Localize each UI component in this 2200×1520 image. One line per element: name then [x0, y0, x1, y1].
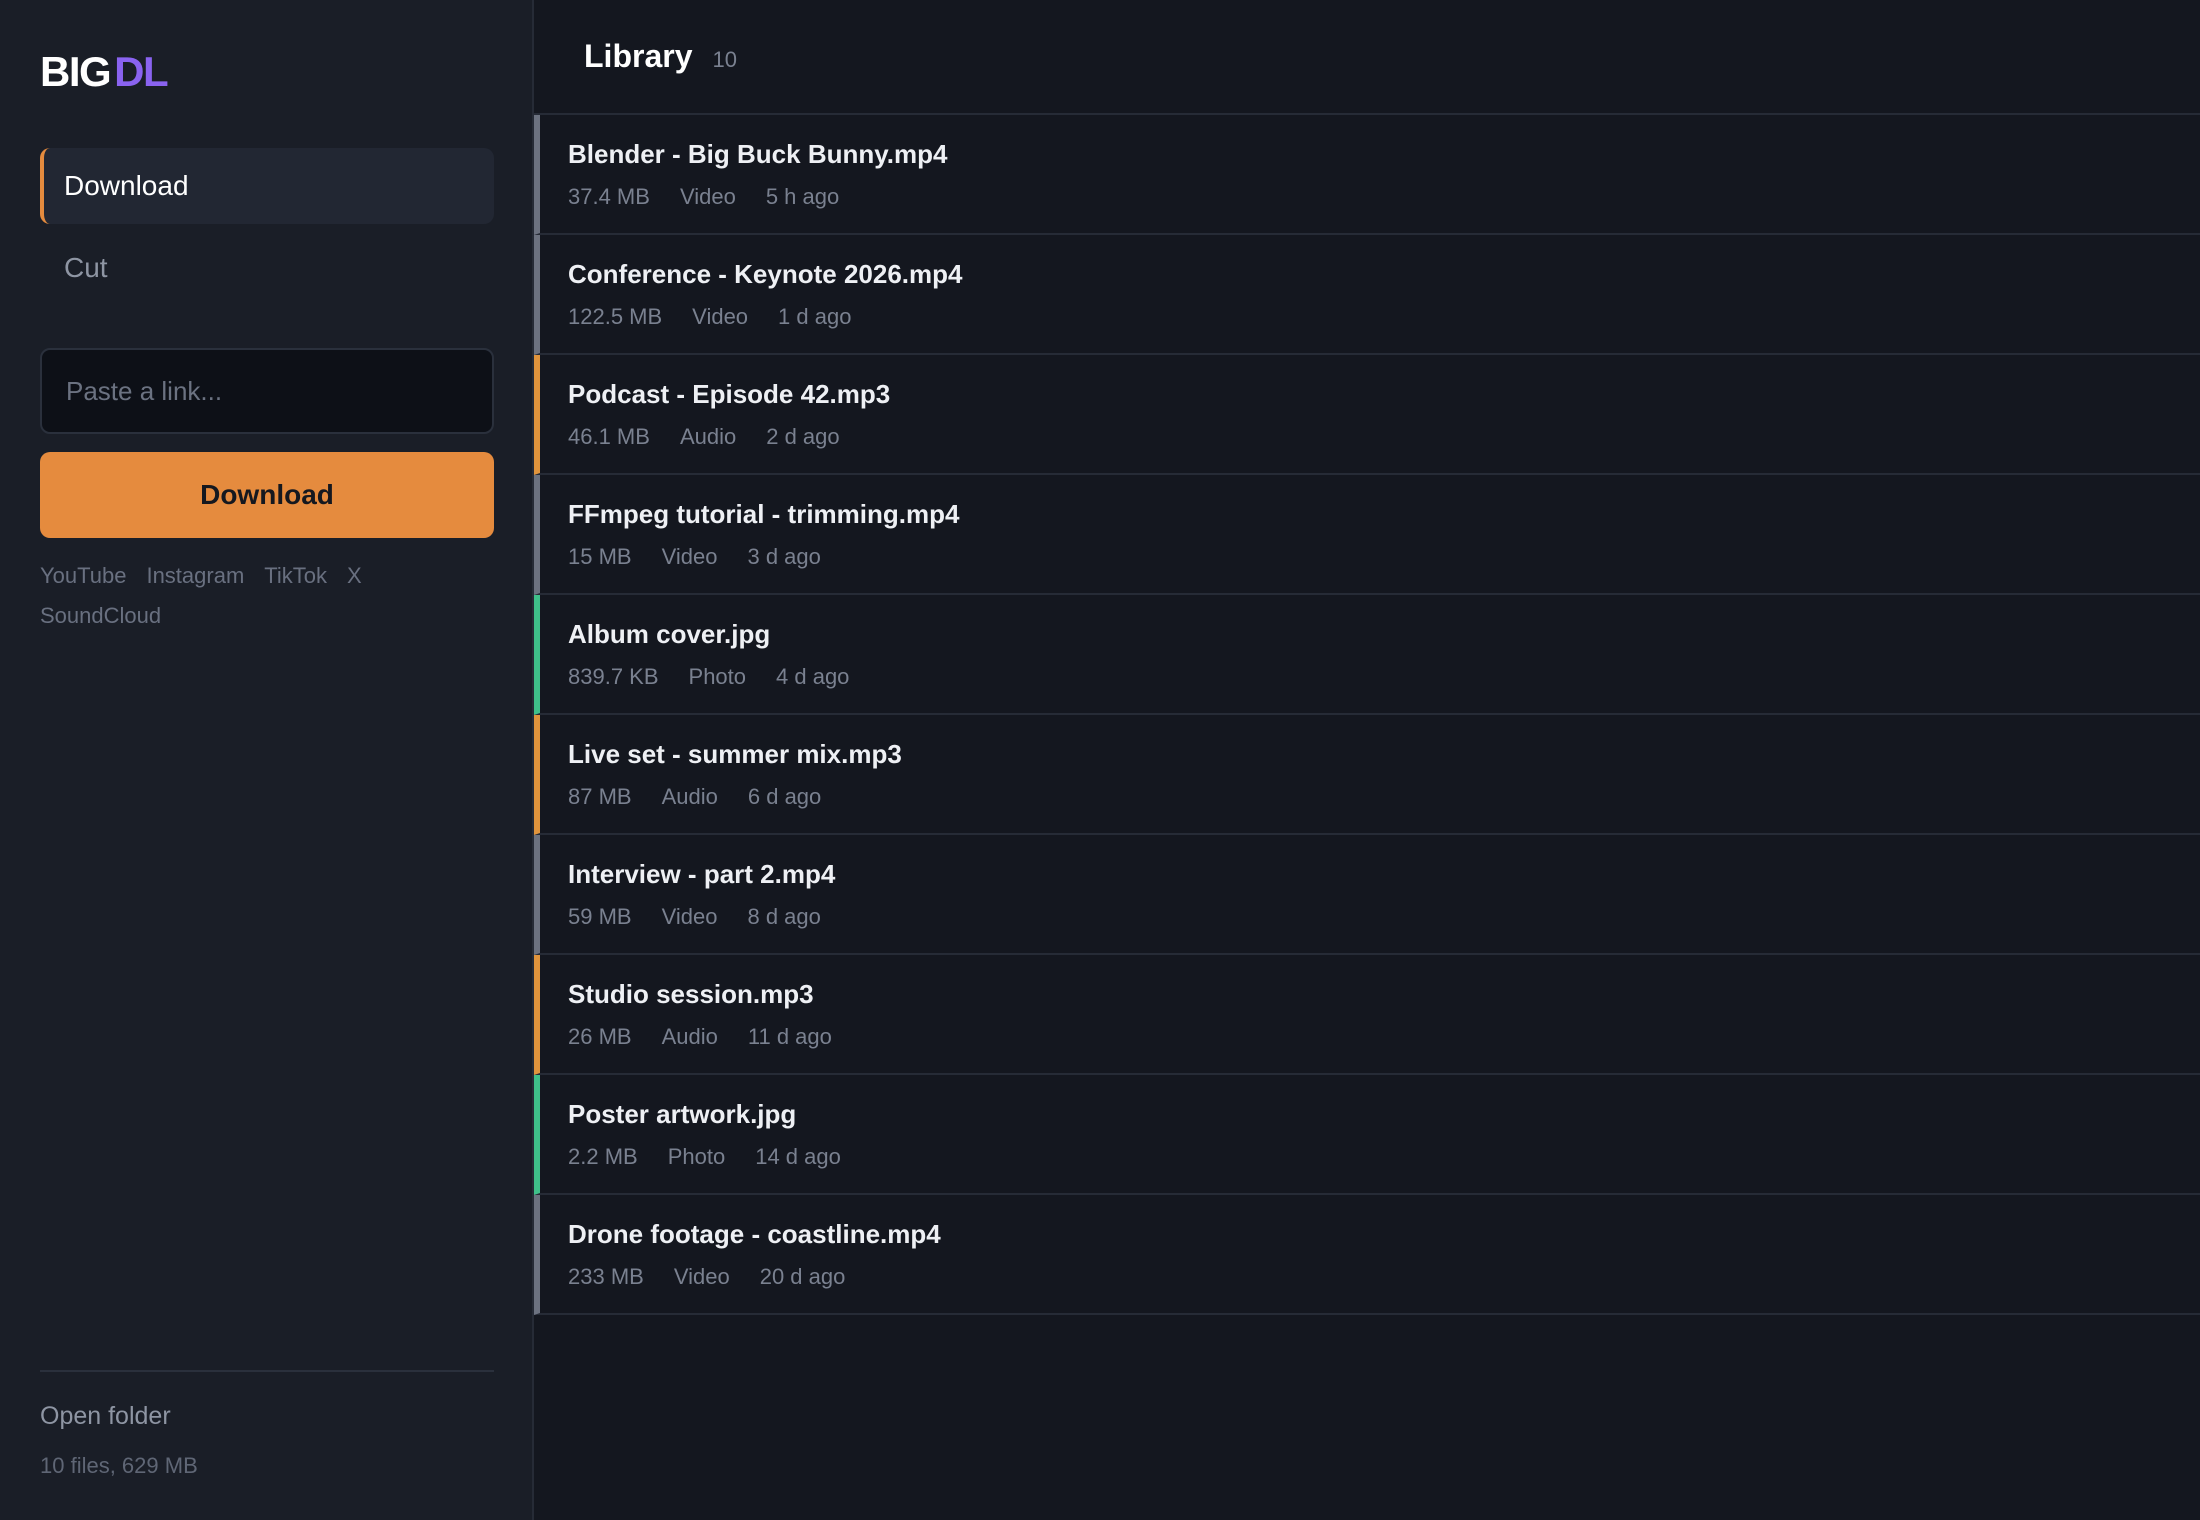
file-row[interactable]: Drone footage - coastline.mp4 233 MB Vid… [534, 1195, 2200, 1315]
nav-item-label: Download [64, 170, 189, 201]
file-size: 26 MB [568, 1023, 632, 1049]
file-name: FFmpeg tutorial - trimming.mp4 [568, 498, 960, 529]
source-soundcloud[interactable]: SoundCloud [40, 602, 161, 630]
file-meta: 2.2 MB Photo 14 d ago [568, 1144, 2200, 1170]
file-size: 37.4 MB [568, 183, 650, 209]
file-row[interactable]: Studio session.mp3 26 MB Audio 11 d ago [534, 955, 2200, 1075]
file-size: 839.7 KB [568, 663, 659, 689]
file-row[interactable]: Interview - part 2.mp4 59 MB Video 8 d a… [534, 835, 2200, 955]
file-age: 3 d ago [747, 543, 821, 569]
file-meta: 839.7 KB Photo 4 d ago [568, 664, 2200, 690]
logo-text-dl: DL [114, 48, 169, 95]
file-age: 11 d ago [747, 1023, 832, 1049]
file-row[interactable]: Podcast - Episode 42.mp3 46.1 MB Audio 2… [534, 355, 2200, 475]
file-meta: 87 MB Audio 6 d ago [568, 784, 2200, 810]
source-youtube[interactable]: YouTube [40, 562, 126, 590]
file-row[interactable]: Album cover.jpg 839.7 KB Photo 4 d ago [534, 595, 2200, 715]
sidebar: BIGDL Download Cut Download YouTube Inst… [0, 0, 534, 1520]
app-logo: BIGDL [40, 48, 169, 96]
file-name: Drone footage - coastline.mp4 [568, 1218, 941, 1249]
file-row[interactable]: Conference - Keynote 2026.mp4 122.5 MB V… [534, 235, 2200, 355]
file-name: Album cover.jpg [568, 618, 771, 649]
file-list: Blender - Big Buck Bunny.mp4 37.4 MB Vid… [534, 115, 2200, 1315]
file-meta: 37.4 MB Video 5 h ago [568, 184, 2200, 210]
supported-sources: YouTube Instagram TikTok X SoundCloud [40, 562, 494, 630]
file-meta: 59 MB Video 8 d ago [568, 904, 2200, 930]
file-size: 2.2 MB [568, 1143, 638, 1169]
file-row[interactable]: Blender - Big Buck Bunny.mp4 37.4 MB Vid… [534, 115, 2200, 235]
link-input[interactable] [40, 348, 494, 434]
file-meta: 46.1 MB Audio 2 d ago [568, 424, 2200, 450]
source-x[interactable]: X [347, 562, 362, 590]
storage-summary: 10 files, 629 MB [40, 1453, 198, 1478]
source-tiktok[interactable]: TikTok [264, 562, 327, 590]
sidebar-nav: Download Cut [40, 148, 494, 312]
open-folder-link[interactable]: Open folder [40, 1402, 494, 1431]
library-count: 10 [712, 46, 737, 72]
file-age: 8 d ago [747, 903, 821, 929]
file-type: Audio [661, 783, 718, 809]
file-type: Audio [661, 1023, 718, 1049]
file-name: Studio session.mp3 [568, 978, 814, 1009]
nav-item-download[interactable]: Download [40, 148, 494, 224]
file-meta: 233 MB Video 20 d ago [568, 1264, 2200, 1290]
library-header: Library 10 [534, 0, 2200, 115]
file-age: 2 d ago [766, 423, 840, 449]
file-row[interactable]: Live set - summer mix.mp3 87 MB Audio 6 … [534, 715, 2200, 835]
file-name: Conference - Keynote 2026.mp4 [568, 258, 963, 289]
file-meta: 122.5 MB Video 1 d ago [568, 304, 2200, 330]
file-age: 5 h ago [765, 183, 840, 209]
file-size: 15 MB [568, 543, 632, 569]
file-meta: 15 MB Video 3 d ago [568, 544, 2200, 570]
file-age: 14 d ago [755, 1143, 841, 1169]
library-title: Library [584, 38, 693, 74]
file-row[interactable]: Poster artwork.jpg 2.2 MB Photo 14 d ago [534, 1075, 2200, 1195]
file-type: Video [692, 303, 749, 329]
sidebar-footer: Open folder 10 files, 629 MB [40, 1370, 494, 1520]
file-type: Video [661, 903, 718, 929]
file-type: Video [661, 543, 718, 569]
file-size: 87 MB [568, 783, 632, 809]
file-size: 46.1 MB [568, 423, 650, 449]
file-name: Blender - Big Buck Bunny.mp4 [568, 138, 948, 169]
file-size: 59 MB [568, 903, 632, 929]
file-size: 122.5 MB [568, 303, 663, 329]
file-size: 233 MB [568, 1263, 644, 1289]
file-age: 4 d ago [776, 663, 850, 689]
file-name: Live set - summer mix.mp3 [568, 738, 902, 769]
nav-item-cut[interactable]: Cut [40, 230, 494, 306]
file-name: Interview - part 2.mp4 [568, 858, 836, 889]
file-type: Photo [667, 1143, 726, 1169]
nav-item-label: Cut [64, 252, 108, 283]
file-row[interactable]: FFmpeg tutorial - trimming.mp4 15 MB Vid… [534, 475, 2200, 595]
file-name: Podcast - Episode 42.mp3 [568, 378, 891, 409]
file-age: 1 d ago [778, 303, 852, 329]
logo-text-big: BIG [40, 48, 112, 95]
file-type: Photo [688, 663, 747, 689]
library-panel: Library 10 Blender - Big Buck Bunny.mp4 … [534, 0, 2200, 1520]
source-instagram[interactable]: Instagram [146, 562, 244, 590]
file-type: Audio [679, 423, 737, 449]
app-window: BIGDL Download Cut Download YouTube Inst… [0, 0, 2200, 1520]
file-type: Video [679, 183, 736, 209]
file-name: Poster artwork.jpg [568, 1098, 797, 1129]
download-button[interactable]: Download [40, 452, 494, 538]
file-age: 6 d ago [747, 783, 822, 809]
file-age: 20 d ago [759, 1263, 846, 1289]
file-meta: 26 MB Audio 11 d ago [568, 1024, 2200, 1050]
file-type: Video [673, 1263, 730, 1289]
